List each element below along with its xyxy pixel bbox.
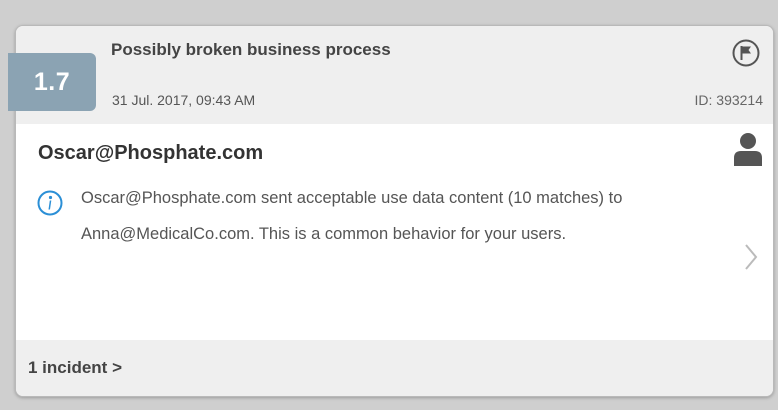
user-email: Oscar@Phosphate.com — [38, 142, 264, 164]
alert-id: ID: 393214 — [694, 92, 764, 108]
alert-date: 31 Jul. 2017, 09:43 AM — [112, 92, 256, 108]
alert-description: Oscar@Phosphate.com sent acceptable use … — [81, 189, 623, 243]
info-icon — [37, 190, 63, 216]
person-icon — [734, 133, 762, 166]
alert-footer: 1 incident > — [16, 340, 773, 396]
chevron-right-icon[interactable] — [743, 242, 759, 272]
alert-title: Possibly broken business process — [111, 40, 391, 59]
alert-card[interactable]: Possibly broken business process 31 Jul.… — [15, 25, 774, 397]
incidents-link[interactable]: 1 incident > — [28, 358, 122, 378]
score-badge: 1.7 — [8, 53, 96, 111]
alert-body[interactable]: Oscar@Phosphate.com Oscar@Phosphate.com … — [16, 124, 773, 340]
flag-icon[interactable] — [731, 38, 761, 68]
alert-header: Possibly broken business process 31 Jul.… — [16, 26, 773, 124]
